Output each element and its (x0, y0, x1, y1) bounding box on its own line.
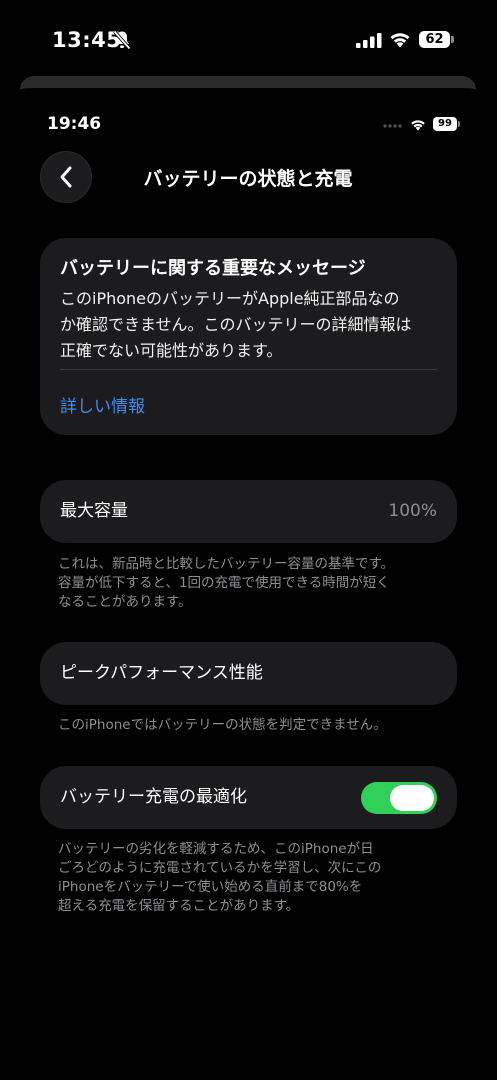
footnote-line: このiPhoneではバッテリーの状態を判定できません。 (58, 717, 387, 733)
optimized-charging-toggle[interactable] (361, 782, 437, 814)
optimized-charging-row: バッテリー充電の最適化 (40, 766, 457, 829)
footnote-line: バッテリーの劣化を軽減するため、このiPhoneが日 (58, 841, 374, 857)
message-line: 正確でない可能性があります。 (60, 341, 283, 360)
inner-battery-cap (458, 121, 460, 127)
battery-cap (451, 36, 454, 43)
bell-slash-icon (113, 30, 131, 50)
inner-battery-badge: 99 (433, 117, 457, 131)
peak-performance-row: ピークパフォーマンス性能 (40, 642, 457, 705)
optimize-footnote: バッテリーの劣化を軽減するため、このiPhoneが日 ごろどのように充電されてい… (58, 840, 438, 916)
footnote-line: 容量が低下すると、1回の充電で使用できる時間が短く (58, 575, 390, 591)
page-title: バッテリーの状態と充電 (143, 168, 353, 190)
battery-level-badge: 62 (419, 31, 450, 48)
message-line: か確認できません。このバッテリーの詳細情報は (60, 315, 412, 334)
capacity-footnote: これは、新品時と比較したバッテリー容量の基準です。 容量が低下すると、1回の充電… (58, 555, 438, 612)
wifi-icon (411, 120, 425, 131)
footnote-line: これは、新品時と比較したバッテリー容量の基準です。 (58, 556, 395, 572)
outer-status-bar: 13:45 62 (0, 0, 497, 80)
optimized-charging-label: バッテリー充電の最適化 (60, 787, 247, 807)
maximum-capacity-row: 最大容量 100% (40, 480, 457, 543)
important-message-card: バッテリーに関する重要なメッセージ このiPhoneのバッテリーがApple純正… (40, 238, 457, 435)
maximum-capacity-value: 100% (388, 501, 437, 521)
message-title: バッテリーに関する重要なメッセージ (60, 258, 366, 279)
learn-more-link[interactable]: 詳しい情報 (60, 392, 145, 417)
wifi-icon (390, 33, 410, 48)
footnote-line: ごろどのように充電されているかを学習し、次にこの (58, 860, 382, 876)
footnote-line: iPhoneをバッテリーで使い始める直前まで80%を (58, 879, 363, 895)
footnote-line: なることがあります。 (58, 594, 192, 610)
message-body: このiPhoneのバッテリーがApple純正部品なの か確認できません。このバッ… (60, 286, 445, 364)
peak-performance-label: ピークパフォーマンス性能 (60, 663, 263, 683)
footnote-line: 超える充電を保留することがあります。 (58, 898, 300, 914)
outer-clock: 13:45 (52, 28, 122, 52)
signal-dots-icon (383, 124, 402, 128)
inner-clock: 19:46 (47, 114, 102, 134)
toggle-knob (390, 785, 434, 811)
divider (60, 369, 437, 370)
settings-screen: 19:46 99 バッテリーの状態と充電 バッテリーに関する重要なメッセージ こ… (20, 76, 476, 1080)
peak-footnote: このiPhoneではバッテリーの状態を判定できません。 (58, 716, 438, 735)
message-line: このiPhoneのバッテリーがApple純正部品なの (60, 289, 400, 308)
cellular-signal-icon (356, 33, 382, 48)
maximum-capacity-label: 最大容量 (60, 501, 128, 521)
